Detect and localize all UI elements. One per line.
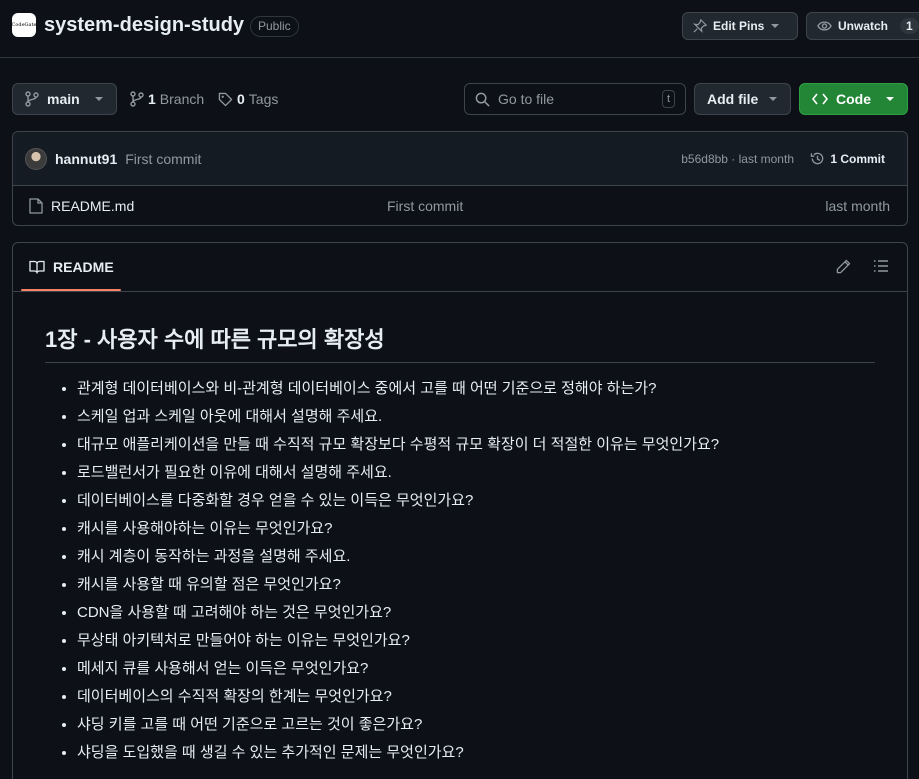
repo-owner-avatar[interactable]: CodeGate	[12, 13, 36, 37]
watch-count: 1	[900, 18, 919, 34]
list-item: CDN을 사용할 때 고려해야 하는 것은 무엇인가요?	[77, 599, 875, 627]
code-label: Code	[836, 91, 871, 107]
go-to-file-placeholder: Go to file	[498, 91, 555, 107]
list-item: 캐시 계층이 동작하는 과정을 설명해 주세요.	[77, 543, 875, 571]
commit-hash[interactable]: b56d8bb · last month	[681, 152, 794, 166]
visibility-badge: Public	[250, 16, 299, 37]
branches-count: 1	[148, 91, 156, 107]
list-item: 샤딩 키를 고를 때 어떤 기준으로 고르는 것이 좋은가요?	[77, 711, 875, 739]
active-tab-indicator	[21, 289, 121, 291]
branches-link[interactable]: 1 Branch	[130, 83, 204, 115]
chevron-down-icon	[768, 94, 778, 104]
question-list: 관계형 데이터베이스와 비-관계형 데이터베이스 중에서 고를 때 어떤 기준으…	[45, 375, 875, 767]
add-file-button[interactable]: Add file	[694, 83, 791, 115]
list-icon[interactable]	[873, 259, 889, 274]
branch-selector[interactable]: main	[12, 83, 117, 115]
file-name[interactable]: README.md	[51, 198, 134, 214]
edit-pins-label: Edit Pins	[713, 19, 765, 33]
eye-icon	[817, 19, 832, 33]
shortcut-hint: t	[661, 90, 675, 108]
tags-count: 0	[237, 91, 245, 107]
tags-link[interactable]: 0 Tags	[218, 83, 278, 115]
readme-panel: README 1장 - 사용자 수에 따른 규모의 확장성 관계형 데이터베이스…	[12, 242, 908, 779]
add-file-label: Add file	[707, 91, 759, 107]
commit-author[interactable]: hannut91	[55, 151, 117, 167]
repo-header: CodeGate system-design-study Public Edit…	[0, 0, 919, 58]
readme-header: README	[13, 243, 907, 292]
list-item: 캐시를 사용할 때 유의할 점은 무엇인가요?	[77, 571, 875, 599]
history-icon	[810, 151, 825, 166]
file-icon	[29, 198, 43, 214]
commits-link[interactable]: 1 Commit	[810, 151, 885, 166]
tags-label: Tags	[248, 91, 279, 107]
commit-count-label: 1 Commit	[830, 151, 885, 166]
branches-label: Branch	[159, 91, 205, 107]
readme-tab-label: README	[53, 259, 114, 275]
file-browser: hannut91 First commit b56d8bb · last mon…	[12, 131, 908, 226]
readme-title: 1장 - 사용자 수에 따른 규모의 확장성	[45, 322, 875, 363]
file-navigation-toolbar: main 1 Branch 0 Tags Go to file t Add fi…	[0, 83, 919, 115]
list-item: 스케일 업과 스케일 아웃에 대해서 설명해 주세요.	[77, 403, 875, 431]
list-item: 관계형 데이터베이스와 비-관계형 데이터베이스 중에서 고를 때 어떤 기준으…	[77, 375, 875, 403]
code-button[interactable]: Code	[799, 83, 908, 115]
latest-commit-bar: hannut91 First commit b56d8bb · last mon…	[13, 132, 907, 186]
branch-name: main	[47, 91, 80, 107]
commit-message[interactable]: First commit	[125, 151, 201, 167]
list-item: 샤딩을 도입했을 때 생길 수 있는 추가적인 문제는 무엇인가요?	[77, 739, 875, 767]
list-item: 데이터베이스를 다중화할 경우 얻을 수 있는 이득은 무엇인가요?	[77, 487, 875, 515]
list-item: 메세지 큐를 사용해서 얻는 이득은 무엇인가요?	[77, 655, 875, 683]
go-to-file-input[interactable]: Go to file t	[464, 83, 686, 115]
code-icon	[812, 92, 828, 106]
unwatch-label: Unwatch	[838, 19, 889, 33]
repo-name[interactable]: system-design-study	[44, 14, 244, 37]
tab-readme[interactable]: README	[29, 243, 114, 292]
search-icon	[475, 92, 490, 107]
readme-content: 1장 - 사용자 수에 따른 규모의 확장성 관계형 데이터베이스와 비-관계형…	[13, 292, 907, 767]
git-branch-icon	[130, 91, 144, 107]
pin-icon	[693, 19, 707, 33]
table-row[interactable]: README.md First commit last month	[13, 186, 907, 225]
tag-icon	[218, 92, 233, 107]
chevron-down-icon	[94, 94, 104, 104]
git-branch-icon	[25, 91, 39, 107]
edit-pins-button[interactable]: Edit Pins	[682, 12, 798, 40]
list-item: 데이터베이스의 수직적 확장의 한계는 무엇인가요?	[77, 683, 875, 711]
logo-text: CodeGate	[11, 22, 37, 28]
unwatch-button[interactable]: Unwatch 1	[806, 12, 919, 40]
list-item: 캐시를 사용해야하는 이유는 무엇인가요?	[77, 515, 875, 543]
chevron-down-icon	[885, 94, 895, 104]
avatar[interactable]	[25, 147, 47, 170]
chevron-down-icon	[770, 21, 780, 31]
file-commit-time: last month	[825, 198, 890, 214]
list-item: 로드밸런서가 필요한 이유에 대해서 설명해 주세요.	[77, 459, 875, 487]
list-item: 대규모 애플리케이션을 만들 때 수직적 규모 확장보다 수평적 규모 확장이 …	[77, 431, 875, 459]
pencil-icon[interactable]	[836, 259, 851, 274]
list-item: 무상태 아키텍처로 만들어야 하는 이유는 무엇인가요?	[77, 627, 875, 655]
book-icon	[29, 260, 45, 274]
file-commit-message[interactable]: First commit	[387, 198, 463, 214]
